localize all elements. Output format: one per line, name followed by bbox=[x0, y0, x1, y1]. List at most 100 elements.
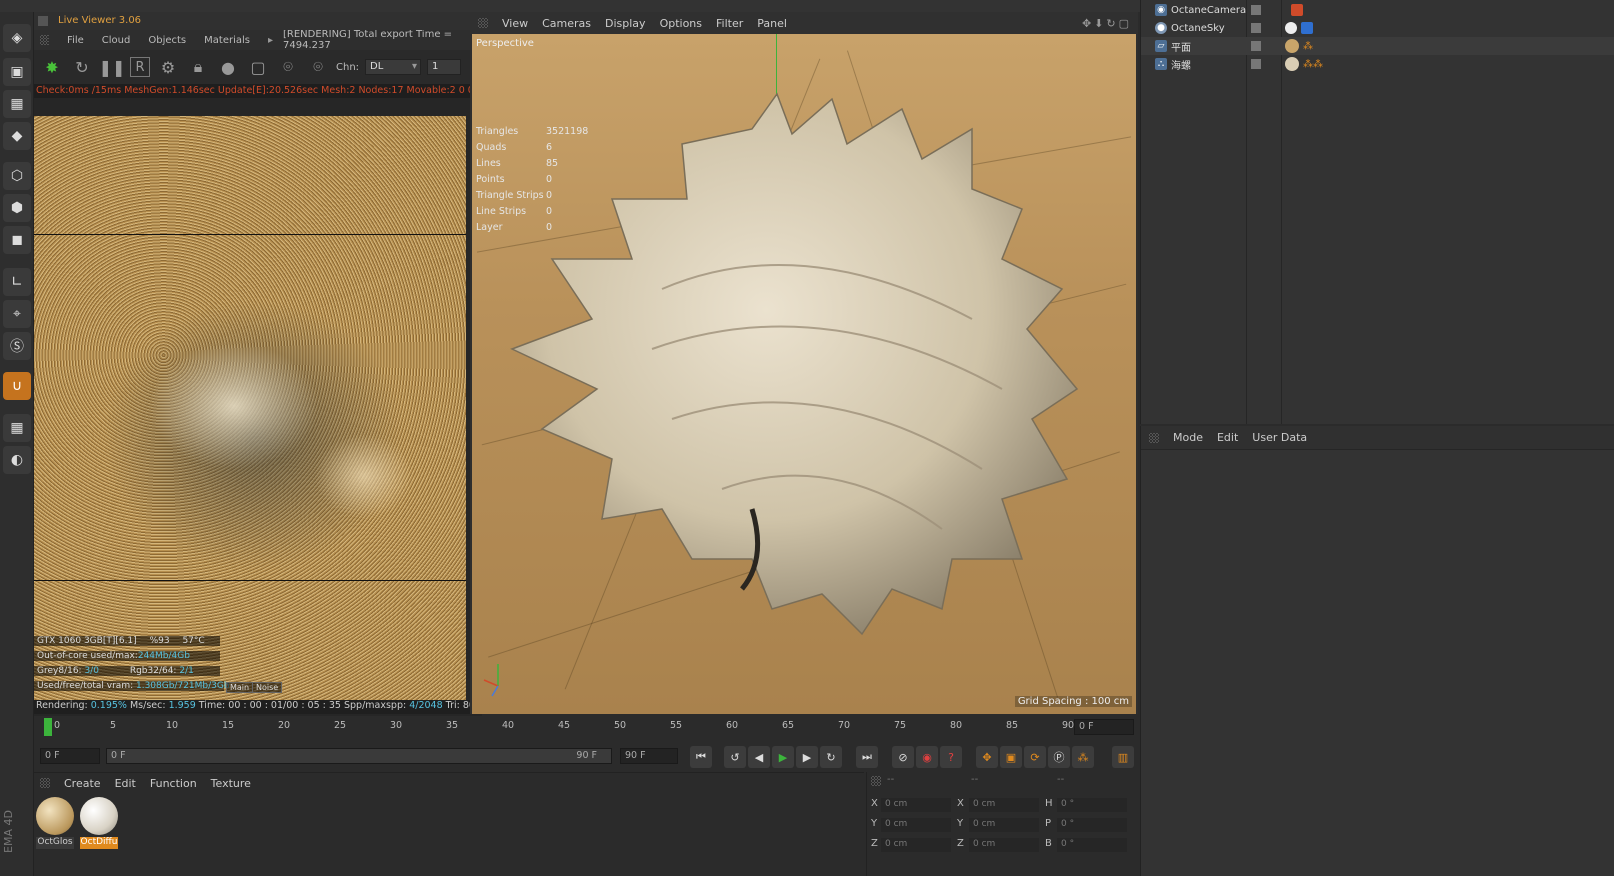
material-octglossy[interactable]: OctGlos bbox=[36, 797, 74, 851]
pin-icon[interactable]: ⌾ bbox=[276, 55, 300, 79]
vp-menu-filter[interactable]: Filter bbox=[716, 17, 743, 30]
settings-gear-icon[interactable]: ⚙ bbox=[156, 55, 180, 79]
next-key-icon[interactable]: ↻ bbox=[820, 746, 842, 768]
go-to-start-icon[interactable]: ⏮ bbox=[690, 746, 712, 768]
start-frame-field[interactable]: 0 F bbox=[40, 748, 100, 764]
object-row-conch[interactable]: ⛬ 海螺 ⁂⁂ bbox=[1141, 55, 1614, 73]
octane-camera-tag-icon[interactable] bbox=[1291, 4, 1303, 16]
mat-menu-create[interactable]: Create bbox=[64, 777, 101, 790]
record-icon[interactable]: ◉ bbox=[916, 746, 938, 768]
texture-tag-icon[interactable]: ⁂⁂ bbox=[1303, 59, 1323, 70]
texture-tag-icon[interactable]: ⁂ bbox=[1303, 41, 1313, 52]
autokey-icon[interactable]: ? bbox=[940, 746, 962, 768]
sky-tag-icon[interactable] bbox=[1285, 22, 1297, 34]
prev-frame-icon[interactable]: ◀ bbox=[748, 746, 770, 768]
position-x-field[interactable]: 0 cm bbox=[881, 798, 951, 812]
edges-mode-icon[interactable]: ⬢ bbox=[3, 194, 31, 222]
param-key-icon[interactable]: Ⓟ bbox=[1048, 746, 1070, 768]
position-y-field[interactable]: 0 cm bbox=[881, 818, 951, 832]
render-image-area[interactable]: GTX 1060 3GB[T][6.1] %93 57°C Out-of-cor… bbox=[34, 116, 466, 714]
end-frame-field[interactable]: 90 F bbox=[620, 748, 678, 764]
pause-render-icon[interactable]: ❚❚ bbox=[99, 55, 126, 79]
visibility-toggle-icon[interactable] bbox=[1251, 41, 1261, 51]
size-z-field[interactable]: 0 cm bbox=[969, 838, 1039, 852]
go-to-end-icon[interactable]: ⏭ bbox=[856, 746, 878, 768]
position-z-field[interactable]: 0 cm bbox=[881, 838, 951, 852]
chevron-right-icon[interactable]: ▸ bbox=[268, 35, 273, 46]
region-render-icon[interactable]: R bbox=[130, 57, 150, 77]
next-frame-icon[interactable]: ▶ bbox=[796, 746, 818, 768]
lock-icon[interactable]: 🔒︎ bbox=[186, 55, 210, 79]
restart-render-icon[interactable]: ↻ bbox=[70, 55, 94, 79]
object-row-octanesky[interactable]: ● OctaneSky bbox=[1141, 19, 1614, 37]
rotate-key-icon[interactable]: ⟳ bbox=[1024, 746, 1046, 768]
channel-select[interactable]: DL ▾ bbox=[365, 59, 422, 75]
playhead-marker[interactable] bbox=[44, 718, 52, 736]
vp-menu-cameras[interactable]: Cameras bbox=[542, 17, 591, 30]
play-icon[interactable]: ▶ bbox=[772, 746, 794, 768]
material-tag-icon[interactable] bbox=[1285, 57, 1299, 71]
rotation-h-field[interactable]: 0 ° bbox=[1057, 798, 1127, 812]
current-frame-field[interactable]: 0 F bbox=[1074, 719, 1134, 735]
vp-menu-options[interactable]: Options bbox=[660, 17, 702, 30]
mat-menu-texture[interactable]: Texture bbox=[211, 777, 251, 790]
panel-grip-icon[interactable] bbox=[38, 16, 48, 26]
attr-menu-edit[interactable]: Edit bbox=[1217, 431, 1238, 444]
lv-menu-cloud[interactable]: Cloud bbox=[102, 35, 131, 46]
frame-icon[interactable]: ▢ bbox=[246, 55, 270, 79]
material-octdiffuse[interactable]: OctDiffu bbox=[80, 797, 118, 851]
lock-workplane-icon[interactable]: ◐ bbox=[3, 446, 31, 474]
polygons-mode-icon[interactable]: ◼ bbox=[3, 226, 31, 254]
rotation-b-field[interactable]: 0 ° bbox=[1057, 838, 1127, 852]
points-mode-icon[interactable]: ⬡ bbox=[3, 162, 31, 190]
vp-menu-display[interactable]: Display bbox=[605, 17, 646, 30]
viewport-3d-scene[interactable]: Perspective Triangles 3521198 Quads 6 Line… bbox=[472, 34, 1136, 714]
attr-menu-mode[interactable]: Mode bbox=[1173, 431, 1203, 444]
coord-value: 0 cm bbox=[973, 819, 996, 829]
axis-icon[interactable]: ∟ bbox=[3, 268, 31, 296]
material-tag-icon[interactable] bbox=[1285, 39, 1299, 53]
object-row-plane[interactable]: ▱ 平面 ⁂ bbox=[1141, 37, 1614, 55]
vp-menu-view[interactable]: View bbox=[502, 17, 528, 30]
viewport-nav-icons[interactable]: ✥⬇↻▢ bbox=[1082, 17, 1132, 30]
mat-menu-edit[interactable]: Edit bbox=[115, 777, 136, 790]
vp-menu-panel[interactable]: Panel bbox=[757, 17, 787, 30]
frame-range-slider[interactable]: 0 F 90 F bbox=[106, 748, 612, 764]
prev-key-icon[interactable]: ↺ bbox=[724, 746, 746, 768]
lv-menu-file[interactable]: File bbox=[67, 35, 84, 46]
texture-mode-icon[interactable]: ▦ bbox=[3, 90, 31, 118]
conch-shell-model[interactable] bbox=[502, 89, 1092, 649]
pin-alt-icon[interactable]: ⌾ bbox=[306, 55, 330, 79]
pla-key-icon[interactable]: ⁂ bbox=[1072, 746, 1094, 768]
attr-menu-user-data[interactable]: User Data bbox=[1252, 431, 1307, 444]
lv-menu-materials[interactable]: Materials bbox=[204, 35, 250, 46]
grid-icon[interactable]: ▦ bbox=[3, 414, 31, 442]
visibility-toggle-icon[interactable] bbox=[1251, 23, 1261, 33]
lv-menu-objects[interactable]: Objects bbox=[148, 35, 186, 46]
camera-label[interactable]: Perspective bbox=[476, 38, 534, 49]
timeline-ruler[interactable]: 0 5 10 15 20 25 30 35 40 45 50 55 60 65 70 75 80 85 90 0 F bbox=[34, 716, 1138, 740]
channel-index-field[interactable]: 1 bbox=[427, 59, 462, 75]
mat-menu-function[interactable]: Function bbox=[150, 777, 197, 790]
snap-icon[interactable]: Ⓢ bbox=[3, 332, 31, 360]
rotation-p-field[interactable]: 0 ° bbox=[1057, 818, 1127, 832]
tab-noise[interactable]: Noise bbox=[252, 682, 283, 693]
record-disabled-icon[interactable]: ⊘ bbox=[892, 746, 914, 768]
visibility-toggle-icon[interactable] bbox=[1251, 59, 1261, 69]
visibility-toggle-icon[interactable] bbox=[1251, 5, 1261, 15]
sphere-icon[interactable]: ● bbox=[216, 55, 240, 79]
tweak-icon[interactable]: ⌖ bbox=[3, 300, 31, 328]
object-row-octanecamera[interactable]: ◉ OctaneCamera bbox=[1141, 1, 1614, 19]
size-y-field[interactable]: 0 cm bbox=[969, 818, 1039, 832]
magnet-icon[interactable]: ∪ bbox=[3, 372, 31, 400]
undo-icon[interactable]: ◈ bbox=[3, 24, 31, 52]
tab-main[interactable]: Main bbox=[226, 682, 254, 693]
workplane-icon[interactable]: ◆ bbox=[3, 122, 31, 150]
size-x-field[interactable]: 0 cm bbox=[969, 798, 1039, 812]
timeline-window-icon[interactable]: ▥ bbox=[1112, 746, 1134, 768]
model-mode-icon[interactable]: ▣ bbox=[3, 58, 31, 86]
send-scene-icon[interactable]: ✸ bbox=[40, 55, 64, 79]
move-key-icon[interactable]: ✥ bbox=[976, 746, 998, 768]
scale-key-icon[interactable]: ▣ bbox=[1000, 746, 1022, 768]
environment-tag-icon[interactable] bbox=[1301, 22, 1313, 34]
